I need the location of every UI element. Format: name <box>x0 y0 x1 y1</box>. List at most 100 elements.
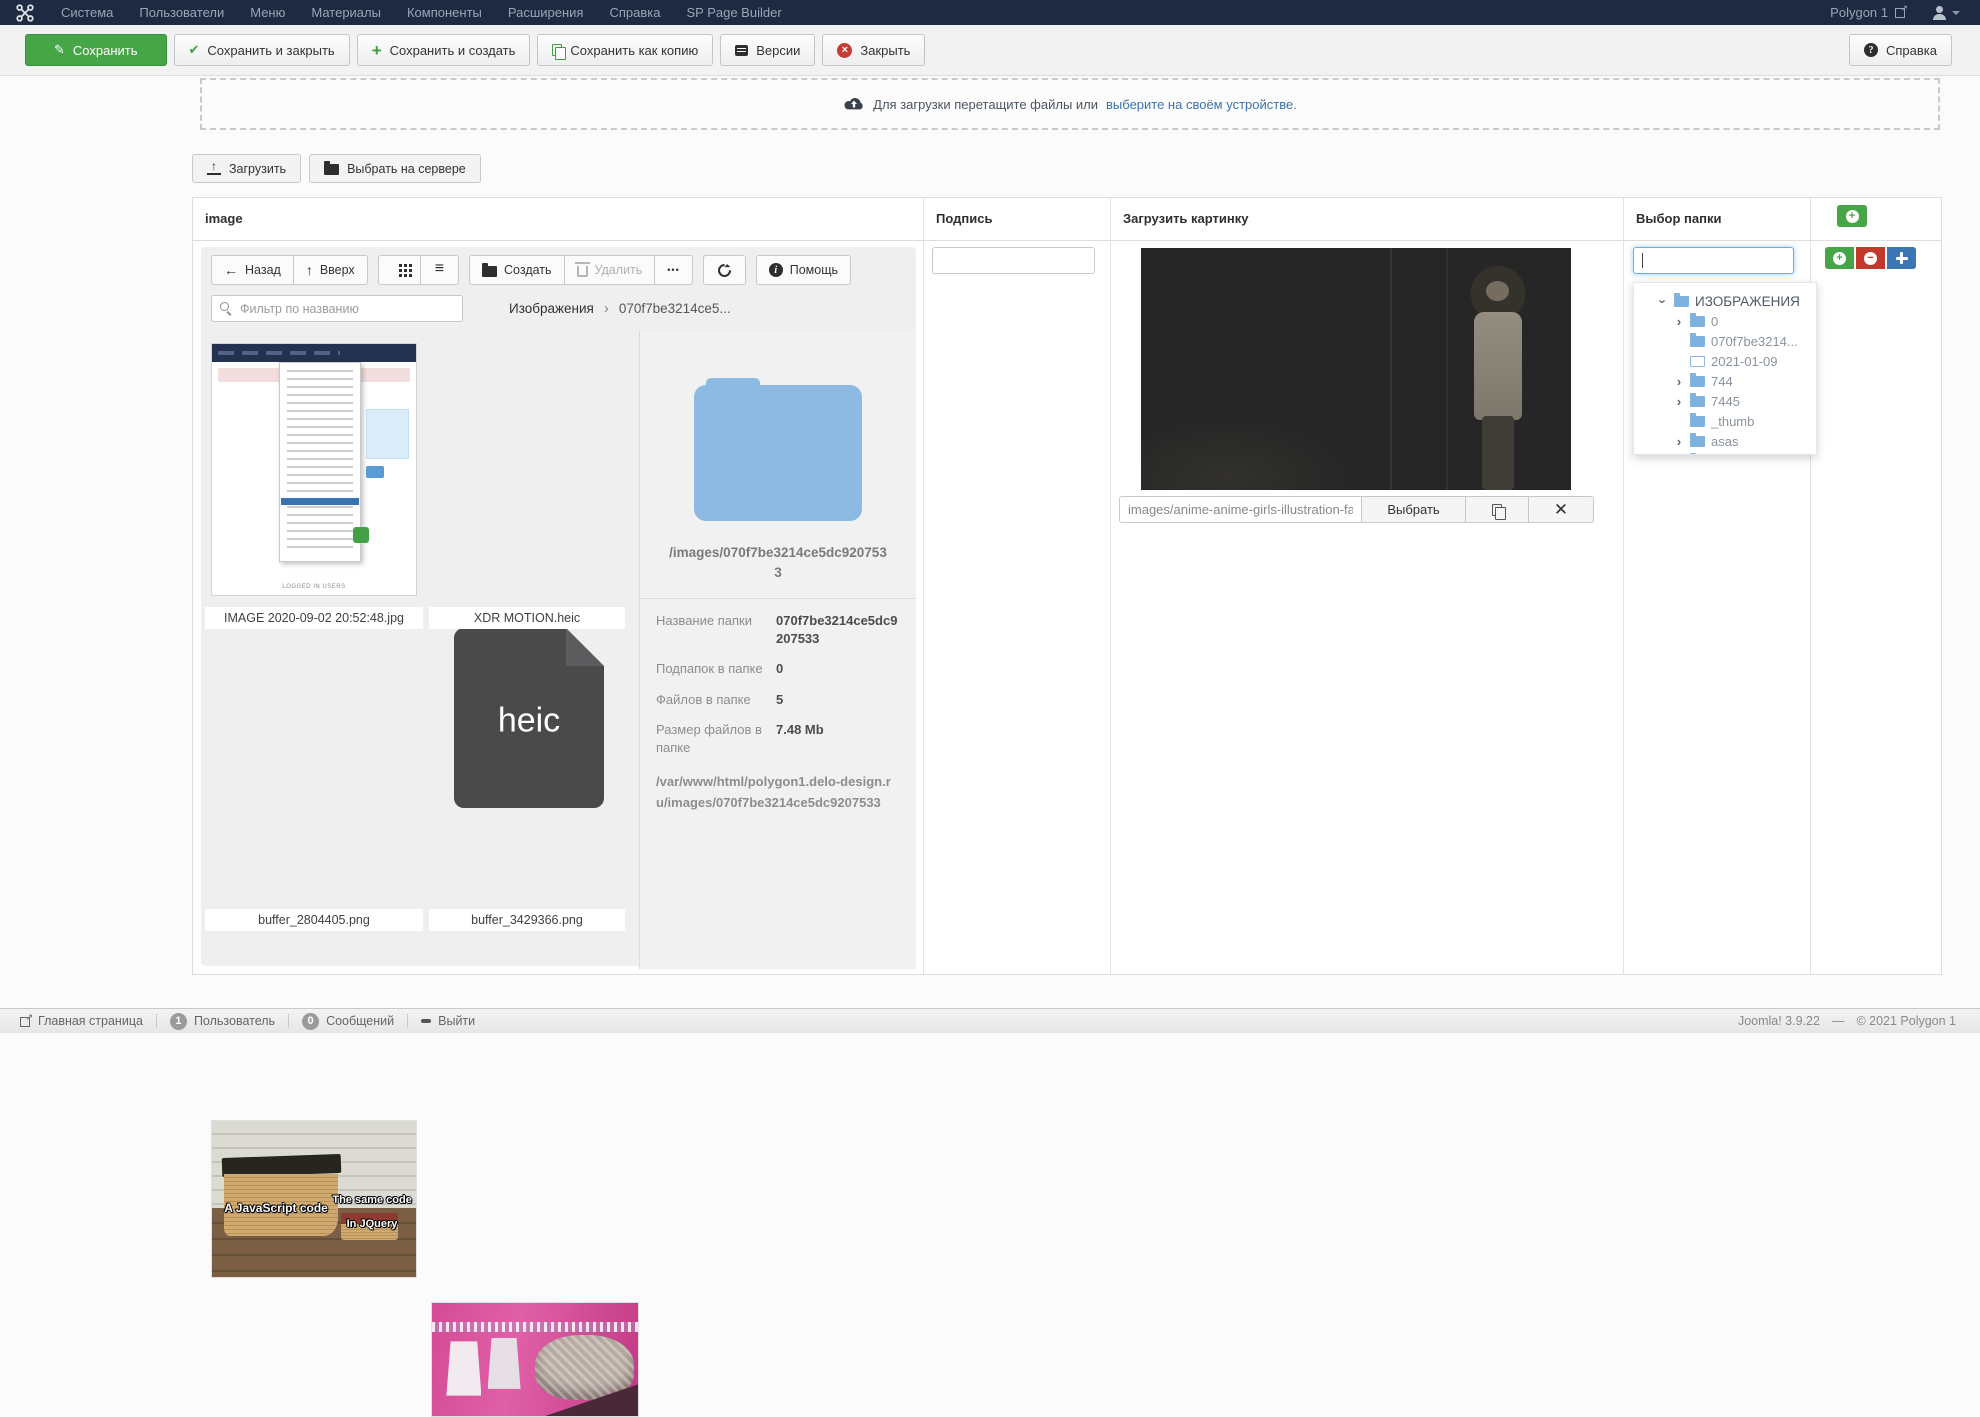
user-menu-button[interactable] <box>1932 5 1960 20</box>
save-close-label: Сохранить и закрыть <box>207 42 335 58</box>
file-label[interactable]: IMAGE 2020-09-02 20:52:48.jpg <box>205 607 423 629</box>
close-button[interactable]: × Закрыть <box>822 34 926 66</box>
menu-item-components[interactable]: Компоненты <box>394 0 495 25</box>
copy-path-button[interactable] <box>1465 496 1529 523</box>
detail-row: Размер файлов в папке 7.48 Mb <box>656 721 900 756</box>
refresh-button[interactable] <box>702 255 746 285</box>
tree-item[interactable]: 2021-01-09 <box>1634 351 1816 371</box>
filter-row: Изображения › 070f7be3214ce5... <box>201 295 916 322</box>
save-new-button[interactable]: + Сохранить и создать <box>356 34 531 66</box>
back-button[interactable]: ← Назад <box>211 255 294 285</box>
logout-label: Выйти <box>438 1014 476 1028</box>
up-button[interactable]: ↑ Вверх <box>292 255 368 285</box>
screenshot-highlight-row <box>281 498 359 506</box>
file-thumbnail-screenshot[interactable]: LOGGED IN USERS <box>211 343 417 596</box>
caption-cell <box>924 241 1111 974</box>
file-label[interactable]: buffer_2804405.png <box>205 909 423 931</box>
chevron-right-icon[interactable]: › <box>1672 435 1686 448</box>
save-button[interactable]: ✎ Сохранить <box>25 34 167 66</box>
tree-item-label: 744 <box>1711 373 1733 389</box>
versions-icon <box>735 44 749 56</box>
tree-item[interactable]: › 0 <box>1634 311 1816 331</box>
chevron-right-icon[interactable]: › <box>1672 395 1686 408</box>
image-detail <box>1474 312 1522 420</box>
breadcrumb-root[interactable]: Изображения <box>509 301 594 316</box>
column-header-caption: Подпись <box>924 198 1111 241</box>
file-label[interactable]: buffer_3429366.png <box>429 909 625 931</box>
folder-select-input[interactable] <box>1633 247 1794 274</box>
chevron-right-icon[interactable]: › <box>1672 315 1686 328</box>
caption-input[interactable] <box>932 247 1095 274</box>
users-status-link[interactable]: 1 Пользователь <box>169 1012 275 1030</box>
home-link[interactable]: Главная страница <box>20 1012 143 1028</box>
messages-status-link[interactable]: 0 Сообщений <box>302 1012 394 1030</box>
tree-item[interactable]: › 7445 <box>1634 391 1816 411</box>
remove-item-button[interactable]: − <box>1856 247 1885 269</box>
screenshot-footer-text: LOGGED IN USERS <box>282 584 346 590</box>
clear-image-button[interactable]: ✕ <box>1528 496 1594 523</box>
image-preview[interactable] <box>1141 248 1571 490</box>
save-new-label: Сохранить и создать <box>389 42 516 58</box>
more-button[interactable]: ••• <box>654 255 693 285</box>
question-icon: ? <box>1864 43 1878 57</box>
grid-view-button[interactable] <box>377 255 421 285</box>
pencil-icon: ✎ <box>54 42 65 57</box>
tree-item-root[interactable]: › ИЗОБРАЖЕНИЯ <box>1634 291 1816 311</box>
file-label[interactable]: XDR MOTION.heic <box>429 607 625 629</box>
save-copy-button[interactable]: Сохранить как копию <box>537 34 714 66</box>
folder-outline-icon <box>1690 355 1705 367</box>
tree-item[interactable]: _thumb <box>1634 411 1816 431</box>
menu-item-content[interactable]: Материалы <box>298 0 394 25</box>
folder-large-icon <box>694 378 862 521</box>
chevron-down-icon[interactable]: › <box>1656 294 1671 308</box>
file-thumbnail-pink[interactable] <box>431 1302 639 1417</box>
admin-top-nav: Система Пользователи Меню Материалы Комп… <box>0 0 1980 25</box>
menu-item-users[interactable]: Пользователи <box>126 0 237 25</box>
tree-item-label: 7445 <box>1711 393 1740 409</box>
create-label: Создать <box>504 263 552 277</box>
menu-item-help[interactable]: Справка <box>596 0 673 25</box>
tree-item[interactable]: › asas <box>1634 431 1816 451</box>
menu-item-system[interactable]: Система <box>48 0 126 25</box>
add-item-button[interactable]: + <box>1825 247 1854 269</box>
tree-item[interactable]: › 744 <box>1634 371 1816 391</box>
move-item-button[interactable] <box>1887 247 1916 269</box>
tree-item[interactable]: 070f7be3214... <box>1634 331 1816 351</box>
create-folder-button[interactable]: Создать <box>469 255 565 285</box>
versions-button[interactable]: Версии <box>720 34 816 66</box>
add-row-button[interactable]: + <box>1837 205 1867 227</box>
select-device-link[interactable]: выберите на своём устройстве. <box>1106 97 1297 112</box>
file-thumbnail-heic[interactable]: heic <box>454 628 604 808</box>
details-full-path: /var/www/html/polygon1.delo-design.ru/im… <box>656 774 891 810</box>
screenshot-dropdown <box>279 362 361 563</box>
save-close-button[interactable]: ✔ Сохранить и закрыть <box>173 34 350 66</box>
versions-label: Версии <box>756 42 801 58</box>
fm-help-button[interactable]: i Помощь <box>755 255 852 285</box>
meme-text-right-bottom: In JQuery <box>346 1217 398 1230</box>
divider <box>288 1014 290 1028</box>
image-path-input[interactable] <box>1119 496 1362 523</box>
detail-row: Название папки 070f7be3214ce5dc9207533 <box>656 612 900 647</box>
detail-row: Подпапок в папке 0 <box>656 660 900 678</box>
menu-item-extensions[interactable]: Расширения <box>495 0 597 25</box>
back-label: Назад <box>245 263 281 277</box>
move-icon <box>1895 252 1908 264</box>
upload-dropzone[interactable]: Для загрузки перетащите файлы или выбери… <box>200 78 1940 130</box>
status-bar: Главная страница 1 Пользователь 0 Сообще… <box>0 1008 1980 1033</box>
file-thumbnail-meme[interactable]: A JavaScript code The same code In JQuer… <box>211 1120 417 1278</box>
logout-link[interactable]: Выйти <box>421 1014 475 1028</box>
menu-item-menus[interactable]: Меню <box>237 0 298 25</box>
pink-sparkle-band <box>432 1322 638 1333</box>
chevron-right-icon[interactable]: › <box>1672 375 1686 388</box>
site-preview-link[interactable]: Polygon 1 <box>1830 3 1908 20</box>
upload-button[interactable]: Загрузить <box>192 154 302 183</box>
delete-button[interactable]: Удалить <box>563 255 656 285</box>
tree-item-partial[interactable] <box>1634 451 1816 454</box>
select-image-button[interactable]: Выбрать <box>1361 496 1466 523</box>
filter-input[interactable] <box>211 295 463 322</box>
select-server-button[interactable]: Выбрать на сервере <box>309 154 481 183</box>
help-button[interactable]: ? Справка <box>1849 34 1952 66</box>
detail-label: Подпапок в папке <box>656 661 763 677</box>
menu-item-sp-page-builder[interactable]: SP Page Builder <box>673 0 794 25</box>
list-view-button[interactable]: ≡ <box>419 255 460 285</box>
